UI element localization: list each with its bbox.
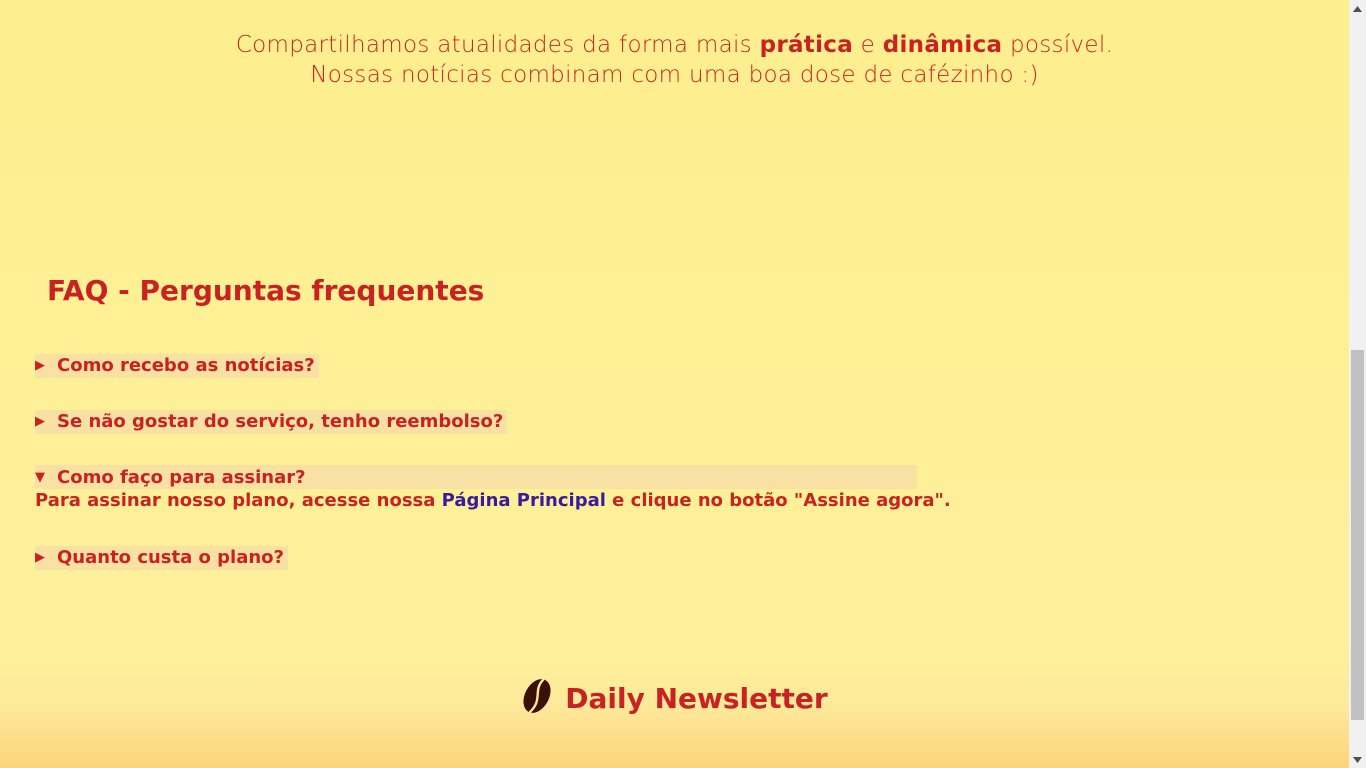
intro-text-part: possível. xyxy=(1002,32,1114,58)
expand-triangle-icon: ▶ xyxy=(35,414,45,429)
intro-highlight-dinamica: dinâmica xyxy=(882,32,1003,58)
faq-title: FAQ - Perguntas frequentes xyxy=(47,274,485,307)
scroll-down-arrow-icon[interactable] xyxy=(1349,751,1366,768)
page: Compartilhamos atualidades da forma mais… xyxy=(0,0,1349,768)
faq-question-toggle[interactable]: ▼ Como faço para assinar? xyxy=(35,465,917,489)
faq-question-toggle[interactable]: ▶ Se não gostar do serviço, tenho reembo… xyxy=(35,409,508,434)
intro-text: Compartilhamos atualidades da forma mais… xyxy=(0,30,1349,90)
faq-question-label: Como faço para assinar? xyxy=(57,466,306,488)
faq-question-toggle[interactable]: ▶ Quanto custa o plano? xyxy=(35,545,288,570)
faq-answer-text: Para assinar nosso plano, acesse nossa xyxy=(35,490,442,511)
footer-brand: Daily Newsletter xyxy=(0,676,1349,720)
intro-highlight-pratica: prática xyxy=(759,32,854,58)
collapse-triangle-icon: ▼ xyxy=(35,469,45,485)
faq-answer-text: e clique no botão "Assine agora". xyxy=(605,490,951,511)
intro-line-2: Nossas notícias combinam com uma boa dos… xyxy=(310,62,1039,88)
intro-text-part: Compartilhamos atualidades da forma mais xyxy=(235,32,760,58)
main-page-link[interactable]: Página Principal xyxy=(442,490,606,511)
faq-question-label: Como recebo as notícias? xyxy=(57,355,315,376)
scrollbar-thumb[interactable] xyxy=(1351,350,1364,720)
faq-question-label: Se não gostar do serviço, tenho reembols… xyxy=(57,411,504,432)
brand-name: Daily Newsletter xyxy=(565,681,828,715)
faq-question-label: Quanto custa o plano? xyxy=(57,547,284,568)
faq-answer: Para assinar nosso plano, acesse nossa P… xyxy=(35,489,951,513)
intro-text-part: e xyxy=(853,32,883,58)
coffee-bean-icon xyxy=(521,676,553,720)
scroll-up-arrow-icon[interactable] xyxy=(1349,0,1366,17)
expand-triangle-icon: ▶ xyxy=(35,550,45,565)
vertical-scrollbar[interactable] xyxy=(1349,0,1366,768)
faq-item-assinar: ▼ Como faço para assinar? Para assinar n… xyxy=(35,465,951,513)
faq-item-receber-noticias: ▶ Como recebo as notícias? xyxy=(35,353,319,378)
faq-question-toggle[interactable]: ▶ Como recebo as notícias? xyxy=(35,353,319,378)
faq-item-preco: ▶ Quanto custa o plano? xyxy=(35,545,288,570)
expand-triangle-icon: ▶ xyxy=(35,358,45,373)
faq-item-reembolso: ▶ Se não gostar do serviço, tenho reembo… xyxy=(35,409,508,434)
intro-line-1: Compartilhamos atualidades da forma mais… xyxy=(0,30,1349,60)
